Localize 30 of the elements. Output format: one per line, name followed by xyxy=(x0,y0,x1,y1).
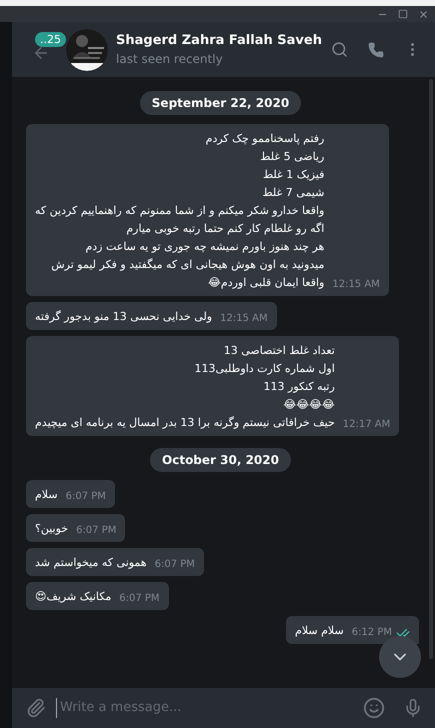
message-text: رفتم پاسخناممو چک کردم ریاضی 5 غلط فیزیک 1 غلط شیمی 7 غلط واقعا خدارو شکر میکنم و از شما ممنونم که راهنماییم کردین که اگه رو غلطام کار کنم حتما رتبه خوبی میارم هر چند هنوز باورم نمیشه چه جوری تو یه ساعت زدم میدونید به اون هوش هیجانی ای که میگفتید و فکر لیمو ترش واقعا ایمان قلبی اوردم😂 xyxy=(35,131,324,291)
message-text: همونی که میخواستم شد xyxy=(35,555,147,571)
date-pill: October 30, 2020 xyxy=(150,448,291,472)
message-text: تعداد غلط اختصاصی 13 اول شماره کارت داوطلبی113 رتبه کنکور 113 😂😂😂😂 حیف خرافاتی نیستم وگرنه برا 13 بدر امسال یه برنامه ای میچیدم xyxy=(35,343,335,431)
emoji-icon[interactable] xyxy=(363,697,385,719)
message-text: مکانیک شریف😍 xyxy=(35,589,112,605)
search-icon[interactable] xyxy=(331,41,348,58)
message-time: 6:07 PM xyxy=(66,490,106,504)
contact-name: Shagerd Zahra Fallah Saveh xyxy=(116,32,323,50)
close-icon[interactable] xyxy=(418,8,429,20)
composer-bar[interactable]: Write a message... xyxy=(12,688,435,728)
message-text: خوبین؟ xyxy=(35,521,68,537)
message-input[interactable]: Write a message... xyxy=(56,698,353,718)
maximize-icon[interactable] xyxy=(398,9,408,19)
message-time: 6:07 PM xyxy=(154,558,195,572)
message-time: 12:15 AM xyxy=(220,312,268,326)
unread-badge: ..25 xyxy=(35,32,66,46)
message-time: 6:12 PM xyxy=(352,626,392,640)
message-time: 12:15 AM xyxy=(332,278,380,292)
message-text: ولی خدایی نحسی 13 منو بدجور گرفته xyxy=(35,309,212,325)
message-text: سلام سلام xyxy=(295,623,344,639)
message-text: سلام xyxy=(35,487,58,503)
message-time: 6:07 PM xyxy=(119,592,160,606)
phone-icon[interactable] xyxy=(368,42,384,58)
date-pill: September 22, 2020 xyxy=(140,91,302,115)
message-time: 12:17 AM xyxy=(342,418,390,432)
contact-status: last seen recently xyxy=(116,51,224,68)
scroll-down-button[interactable] xyxy=(379,636,421,678)
attach-icon[interactable] xyxy=(26,698,46,718)
message-time: 6:07 PM xyxy=(76,524,116,538)
